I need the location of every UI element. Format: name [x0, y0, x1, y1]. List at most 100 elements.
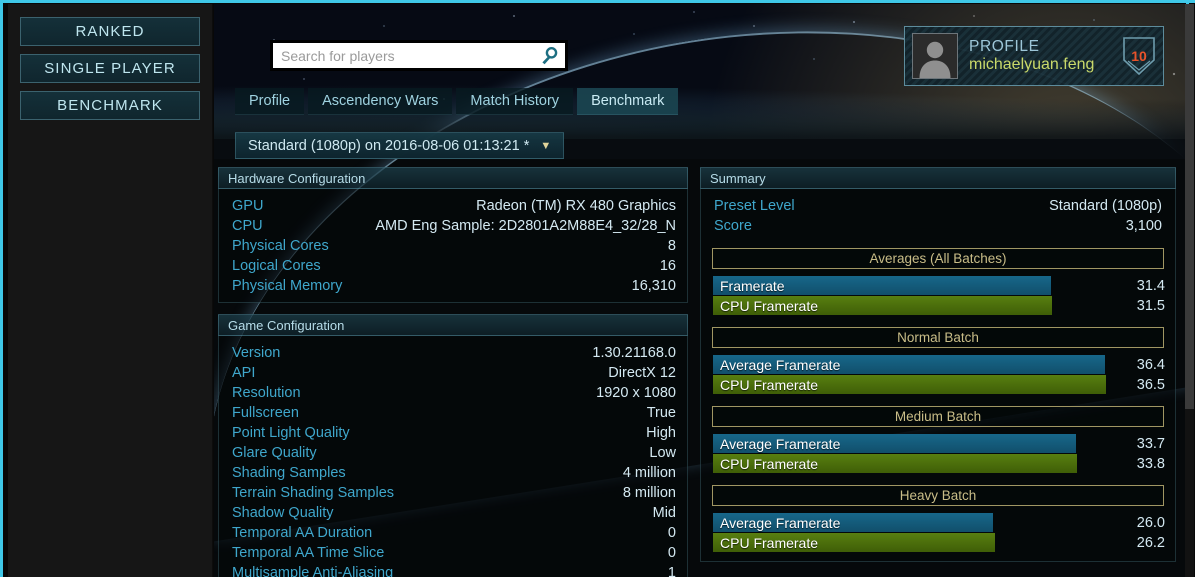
- right-column: Summary Preset LevelStandard (1080p)Scor…: [700, 167, 1176, 577]
- framerate-bar-value: 26.0: [1137, 515, 1165, 531]
- framerate-bar-value: 36.4: [1137, 357, 1165, 373]
- config-row-key: Score: [714, 216, 752, 236]
- batch-label: Averages (All Batches): [712, 248, 1164, 269]
- sidebar-item-ranked[interactable]: RANKED: [20, 17, 200, 46]
- tab-benchmark[interactable]: Benchmark: [577, 88, 678, 115]
- panels-row: Hardware Configuration GPURadeon (TM) RX…: [218, 167, 1178, 577]
- config-row: Glare Quality Low: [232, 443, 676, 463]
- config-row-value: 16: [660, 256, 676, 276]
- framerate-bar: CPU Framerate: [713, 375, 1106, 394]
- config-row-key: Temporal AA Time Slice: [232, 543, 384, 563]
- summary-section-header: Summary: [700, 167, 1176, 189]
- framerate-bar: Framerate: [713, 276, 1051, 295]
- section-spacer: [218, 303, 688, 314]
- config-row-value: DirectX 12: [608, 363, 676, 383]
- config-row: CPU AMD Eng Sample: 2D2801A2M88E4_32/28_N: [232, 216, 676, 236]
- framerate-bar-row: Framerate31.4: [707, 276, 1169, 295]
- config-row: Shading Samples4 million: [232, 463, 676, 483]
- sidebar-item-single-player[interactable]: SINGLE PLAYER: [20, 54, 200, 83]
- framerate-bar-label: CPU Framerate: [713, 298, 818, 314]
- search-input[interactable]: [273, 48, 536, 64]
- framerate-bar-row: CPU Framerate 31.5: [707, 296, 1169, 315]
- config-row-key: GPU: [232, 196, 263, 216]
- sidebar-item-benchmark[interactable]: BENCHMARK: [20, 91, 200, 120]
- config-row: API DirectX 12: [232, 363, 676, 383]
- config-row-value: 16,310: [632, 276, 676, 296]
- config-row: GPURadeon (TM) RX 480 Graphics: [232, 196, 676, 216]
- benchmark-run-dropdown[interactable]: Standard (1080p) on 2016-08-06 01:13:21 …: [235, 132, 564, 159]
- config-row: Logical Cores16: [232, 256, 676, 276]
- user-avatar-icon: [912, 33, 958, 79]
- config-row-value: 0: [668, 523, 676, 543]
- framerate-bar-label: CPU Framerate: [713, 377, 818, 393]
- game-section-body: Version1.30.21168.0APIDirectX 12Resoluti…: [218, 336, 688, 577]
- framerate-bar: Average Framerate: [713, 434, 1076, 453]
- framerate-bar-row: Average Framerate 26.0: [707, 513, 1169, 532]
- config-row-key: Multisample Anti-Aliasing: [232, 563, 393, 577]
- rank-number: 10: [1131, 48, 1147, 64]
- config-row-value: 1.30.21168.0: [592, 343, 676, 363]
- batch-label: Heavy Batch: [712, 485, 1164, 506]
- main-content: PROFILE michaelyuan.feng 10 Profile Asce…: [214, 4, 1186, 577]
- tab-ascendency-wars[interactable]: Ascendency Wars: [308, 88, 452, 115]
- tab-bar: Profile Ascendency Wars Match History Be…: [235, 88, 678, 115]
- framerate-bar-row: Average Framerate 36.4: [707, 355, 1169, 374]
- config-row: FullscreenTrue: [232, 403, 676, 423]
- config-row-key: Physical Cores: [232, 236, 329, 256]
- config-row-value: Mid: [653, 503, 676, 523]
- config-row-key: Glare Quality: [232, 443, 317, 463]
- tab-profile[interactable]: Profile: [235, 88, 304, 115]
- config-row-key: Fullscreen: [232, 403, 299, 423]
- game-section-header: Game Configuration: [218, 314, 688, 336]
- config-row: Resolution 1920 x 1080: [232, 383, 676, 403]
- framerate-bar: Average Framerate: [713, 355, 1105, 374]
- framerate-bar-value: 31.5: [1137, 298, 1165, 314]
- framerate-bar-row: Average Framerate 33.7: [707, 434, 1169, 453]
- framerate-bar-value: 33.7: [1137, 436, 1165, 452]
- framerate-bar: Average Framerate: [713, 513, 993, 532]
- config-row: Temporal AA Duration0: [232, 523, 676, 543]
- search-bar[interactable]: [270, 40, 568, 71]
- config-row-value: 1920 x 1080: [596, 383, 676, 403]
- config-row: Physical Memory16,310: [232, 276, 676, 296]
- profile-text: PROFILE michaelyuan.feng: [969, 38, 1122, 73]
- search-icon[interactable]: [536, 43, 562, 69]
- scrollbar-thumb[interactable]: [1185, 4, 1194, 409]
- tab-match-history[interactable]: Match History: [456, 88, 573, 115]
- config-row-key: Version: [232, 343, 280, 363]
- batch-label: Medium Batch: [712, 406, 1164, 427]
- left-column: Hardware Configuration GPURadeon (TM) RX…: [218, 167, 688, 577]
- framerate-bar-value: 26.2: [1137, 535, 1165, 551]
- benchmark-run-label: Standard (1080p) on 2016-08-06 01:13:21 …: [248, 133, 529, 159]
- framerate-bar-row: CPU Framerate36.5: [707, 375, 1169, 394]
- config-row-key: Shadow Quality: [232, 503, 334, 523]
- framerate-bar-value: 33.8: [1137, 456, 1165, 472]
- left-sidebar: RANKED SINGLE PLAYER BENCHMARK: [8, 4, 213, 577]
- config-row-value: 3,100: [1126, 216, 1162, 236]
- config-row-value: 8 million: [623, 483, 676, 503]
- config-row-value: Standard (1080p): [1049, 196, 1162, 216]
- vertical-scrollbar[interactable]: [1185, 4, 1194, 577]
- config-row: Score 3,100: [714, 216, 1162, 236]
- framerate-bar-label: CPU Framerate: [713, 456, 818, 472]
- config-row: Temporal AA Time Slice0: [232, 543, 676, 563]
- framerate-bar-label: Framerate: [713, 278, 785, 294]
- rank-badge: 10: [1122, 36, 1156, 76]
- config-row-key: Terrain Shading Samples: [232, 483, 394, 503]
- framerate-bar-row: CPU Framerate 26.2: [707, 533, 1169, 552]
- config-row-value: High: [646, 423, 676, 443]
- config-row-value: AMD Eng Sample: 2D2801A2M88E4_32/28_N: [375, 216, 676, 236]
- config-row-value: Low: [649, 443, 676, 463]
- hardware-section-header: Hardware Configuration: [218, 167, 688, 189]
- config-row-value: 4 million: [623, 463, 676, 483]
- framerate-bar: CPU Framerate: [713, 296, 1052, 315]
- summary-section-body: Preset LevelStandard (1080p)Score3,100Av…: [700, 189, 1176, 562]
- config-row-key: Resolution: [232, 383, 301, 403]
- config-row: Multisample Anti-Aliasing 1: [232, 563, 676, 577]
- config-row-key: API: [232, 363, 255, 383]
- config-row-key: CPU: [232, 216, 263, 236]
- config-row-value: 1: [668, 563, 676, 577]
- profile-card[interactable]: PROFILE michaelyuan.feng 10: [904, 26, 1164, 86]
- framerate-bar-label: Average Framerate: [713, 515, 840, 531]
- framerate-bar: CPU Framerate: [713, 533, 995, 552]
